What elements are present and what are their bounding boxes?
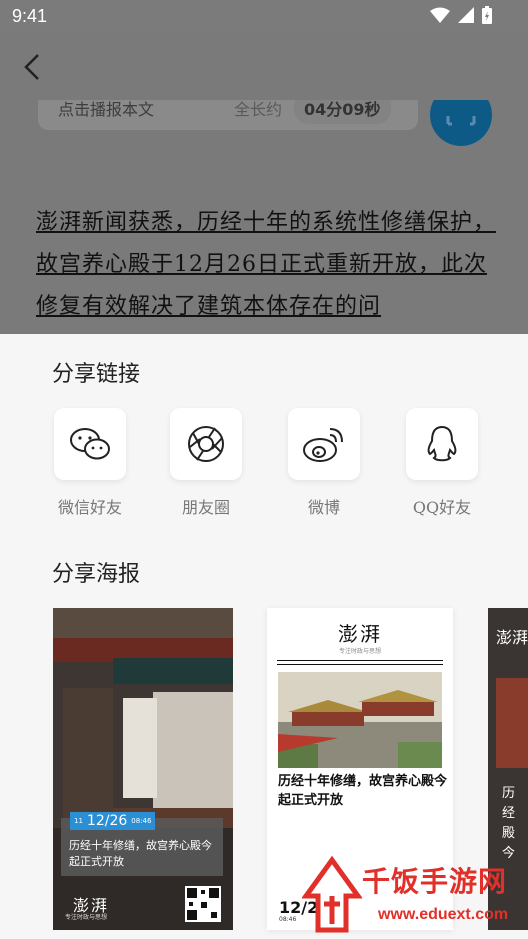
poster-1-headline: 历经十年修缮，故宫养心殿今起正式开放: [69, 839, 212, 868]
watermark-url: www.eduext.com: [378, 906, 509, 923]
watermark-text: 千饭手游网: [362, 865, 508, 898]
palace-interior-photo: [53, 608, 233, 930]
share-qq-button[interactable]: QQ好友: [404, 408, 480, 518]
poster-1-date: 12/26: [86, 813, 128, 829]
forbidden-city-photo: [278, 672, 442, 768]
qq-icon: [406, 408, 478, 480]
weibo-icon: [288, 408, 360, 480]
status-bar: 9:41: [0, 0, 528, 34]
poster-1-date-badge: 11 12/26 08:46: [70, 812, 156, 830]
share-moments-button[interactable]: 朋友圈: [168, 408, 244, 518]
poster-1-slogan: 专注时政与思想: [65, 914, 108, 921]
share-weibo-label: 微博: [307, 498, 340, 517]
poster-3-headline: 历经殿今: [502, 786, 516, 861]
share-sheet: 分享链接 微信好友 朋友圈 微博 QQ好友 分享海报 11 12/26 08:4…: [0, 334, 528, 939]
poster-1-date-small: 08:46: [131, 817, 152, 825]
poster-1-caption: 11 12/26 08:46 历经十年修缮，故宫养心殿今起正式开放: [61, 812, 223, 876]
status-time: 9:41: [12, 6, 48, 26]
article-background: 点击播报本文 全长约 04分09秒 澎湃新闻获悉，历经十年的系统性修缮保护，故宫…: [0, 34, 528, 334]
share-wechat-button[interactable]: 微信好友: [52, 408, 128, 518]
poster-2-headline: 历经十年修缮，故宫养心殿今起正式开放: [278, 774, 448, 808]
share-links-title: 分享链接: [52, 362, 141, 387]
moments-icon: [170, 408, 242, 480]
poster-2-divider: [277, 660, 443, 661]
article-body-text: 澎湃新闻获悉，历经十年的系统性修缮保护，故宫养心殿于12月26日正式重新开放，此…: [36, 210, 497, 319]
site-watermark: 千饭手游网 www.eduext.com: [300, 856, 528, 936]
wifi-icon: [430, 7, 450, 23]
share-wechat-label: 微信好友: [57, 498, 122, 517]
status-icons: [430, 6, 492, 24]
poster-3-photo: [496, 678, 528, 768]
poster-2-slogan: 专注时政与思想: [338, 648, 381, 655]
poster-3-logo: 澎湃: [496, 628, 528, 647]
poster-1-date-tag: 11: [74, 817, 83, 825]
poster-2-date-small: 08:46: [279, 916, 297, 923]
battery-icon: [482, 6, 492, 24]
poster-1-qr-code: [185, 886, 221, 922]
share-weibo-button[interactable]: 微博: [286, 408, 362, 518]
poster-option-1[interactable]: 11 12/26 08:46 历经十年修缮，故宫养心殿今起正式开放 澎湃 专注时…: [53, 608, 233, 930]
share-poster-title: 分享海报: [52, 562, 141, 587]
poster-2-divider: [277, 664, 443, 665]
signal-icon: [458, 7, 474, 23]
top-navbar: [0, 34, 528, 100]
chevron-left-icon: [24, 54, 39, 80]
back-button[interactable]: [20, 52, 44, 82]
share-moments-label: 朋友圈: [181, 498, 230, 517]
share-qq-label: QQ好友: [412, 498, 472, 517]
watermark-logo-icon: [302, 856, 362, 933]
wechat-icon: [54, 408, 126, 480]
poster-2-logo: 澎湃: [338, 622, 382, 646]
